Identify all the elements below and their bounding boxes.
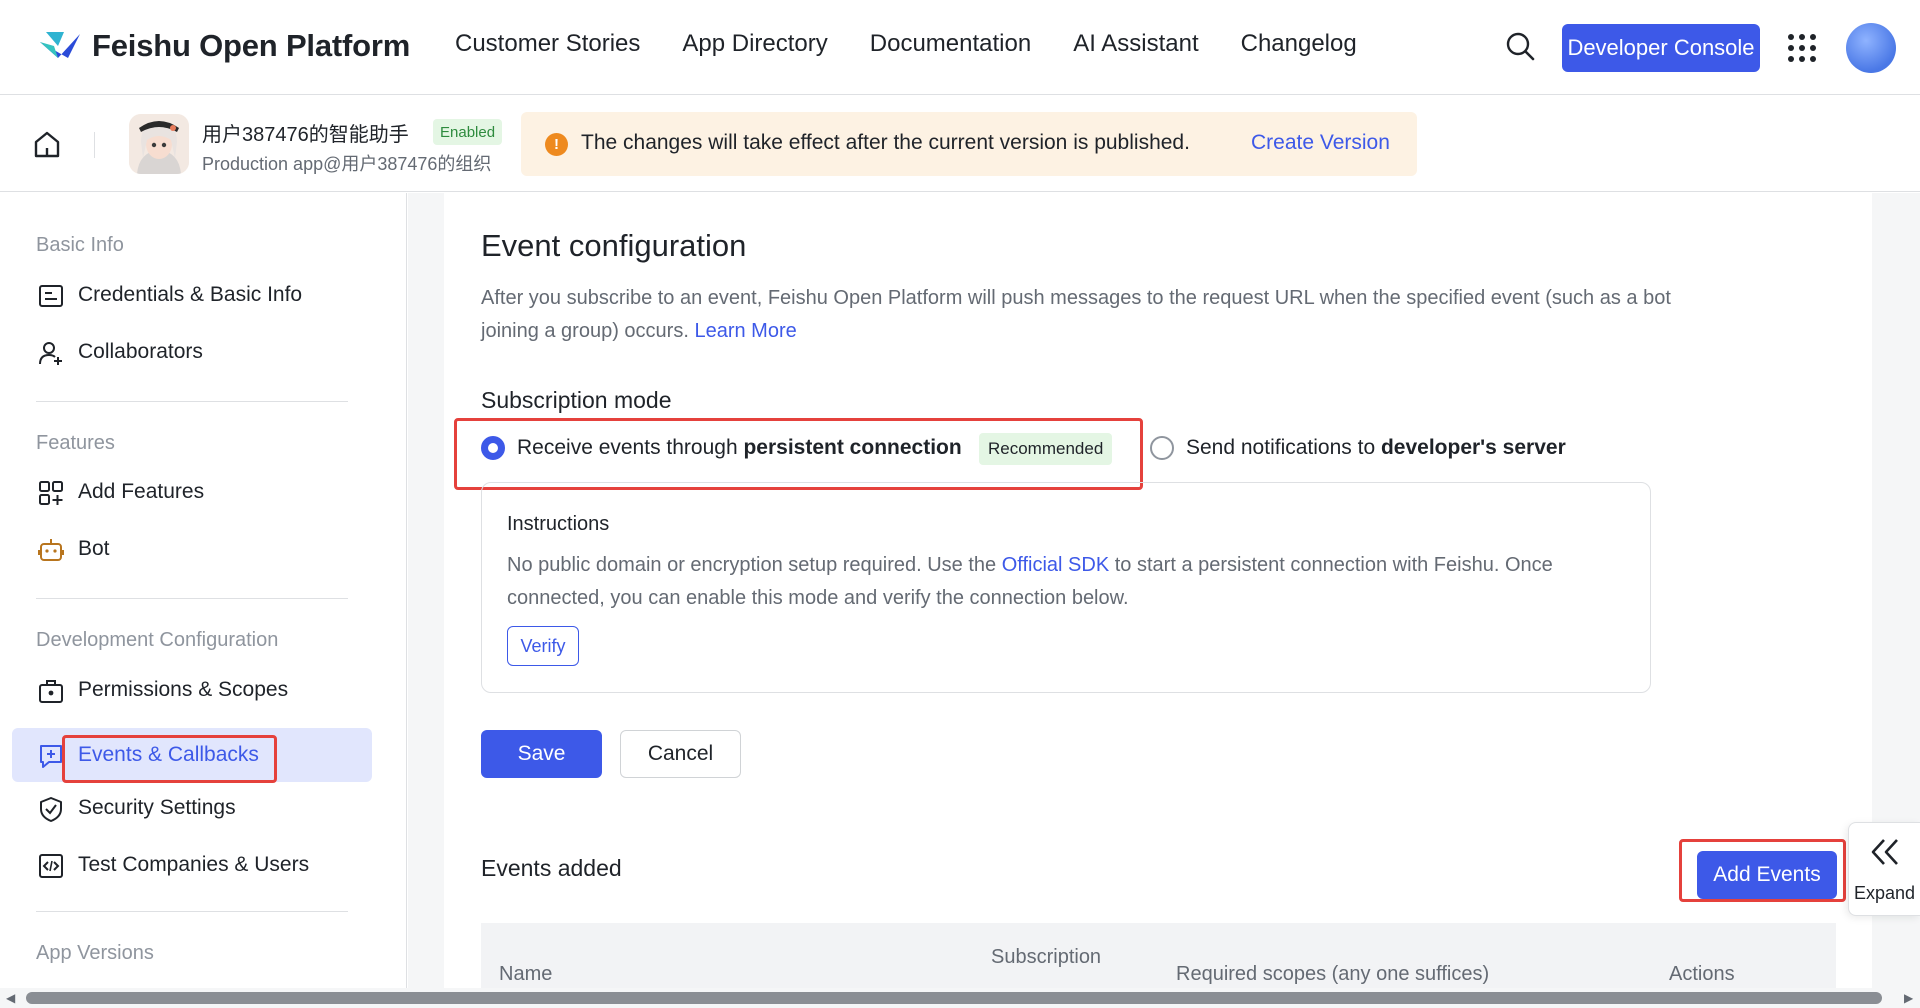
sidebar-item-events-callbacks[interactable]: Events & Callbacks: [12, 728, 372, 782]
sidebar-item-label: Bot: [78, 537, 110, 560]
option-prefix: Receive events through: [517, 436, 738, 459]
scroll-left-arrow-icon[interactable]: ◀: [6, 991, 15, 1005]
description-text: After you subscribe to an event, Feishu …: [481, 287, 1671, 342]
create-version-link[interactable]: Create Version: [1251, 131, 1390, 155]
save-button[interactable]: Save: [481, 730, 602, 778]
app-name: 用户387476的智能助手: [202, 124, 409, 146]
horizontal-scrollbar[interactable]: ◀ ▶: [0, 988, 1920, 1008]
sidebar-item-label: Add Features: [78, 480, 205, 503]
expand-label: Expand: [1854, 883, 1916, 903]
double-chevron-left-icon: [1871, 839, 1898, 865]
user-add-icon: [39, 342, 62, 365]
nav-changelog[interactable]: Changelog: [1241, 30, 1357, 58]
app-avatar: [129, 114, 189, 174]
column-header-actions: Actions: [1669, 963, 1735, 985]
option-bold: persistent connection: [743, 436, 962, 459]
sidebar-divider: [36, 911, 348, 912]
instructions-title: Instructions: [507, 513, 610, 535]
column-header-required-scopes: Required scopes (any one suffices): [1176, 963, 1490, 985]
sidebar-item-add-features[interactable]: Add Features: [12, 465, 372, 519]
option-prefix: Send notifications to: [1186, 436, 1376, 459]
sidebar: Basic Info Credentials & Basic Info Coll…: [0, 193, 407, 988]
sidebar-divider: [36, 401, 348, 402]
id-card-icon: [39, 285, 63, 307]
events-added-title: Events added: [481, 855, 622, 881]
app-context-bar: 用户387476的智能助手 Enabled Production app@用户3…: [0, 96, 1920, 192]
column-header-subscription: Subscription: [991, 946, 1102, 968]
sidebar-group-features: Features: [36, 432, 115, 454]
apps-grid-icon[interactable]: [1788, 34, 1816, 62]
feishu-logo-icon: [40, 32, 80, 58]
expand-panel-tab[interactable]: Expand: [1848, 822, 1920, 916]
sidebar-item-label: Test Companies & Users: [78, 853, 310, 876]
sidebar-divider: [36, 598, 348, 599]
sidebar-item-collaborators[interactable]: Collaborators: [12, 325, 372, 379]
sidebar-item-test-companies[interactable]: Test Companies & Users: [12, 838, 372, 892]
nav-ai-assistant[interactable]: AI Assistant: [1073, 30, 1198, 58]
add-features-icon: [39, 481, 63, 505]
code-icon: [39, 854, 63, 878]
sidebar-group-app-versions: App Versions: [36, 942, 154, 964]
main-nav: Customer Stories App Directory Documenta…: [455, 30, 1357, 58]
scrollbar-thumb[interactable]: [26, 992, 1882, 1004]
status-badge: Enabled: [433, 119, 503, 145]
instructions-text-before: No public domain or encryption setup req…: [507, 554, 997, 576]
nav-app-directory[interactable]: App Directory: [682, 30, 827, 58]
option-persistent-connection-label[interactable]: Receive events through persistent connec…: [517, 436, 962, 460]
nav-documentation[interactable]: Documentation: [870, 30, 1031, 58]
instructions-text: No public domain or encryption setup req…: [507, 549, 1627, 615]
option-bold: developer's server: [1380, 436, 1566, 459]
brand-logo[interactable]: Feishu Open Platform: [38, 28, 410, 64]
learn-more-link[interactable]: Learn More: [694, 320, 796, 342]
page-description: After you subscribe to an event, Feishu …: [481, 282, 1701, 348]
bot-icon: [38, 539, 64, 561]
instructions-panel: Instructions No public domain or encrypt…: [481, 482, 1651, 693]
warning-icon: !: [545, 133, 568, 156]
developer-console-button[interactable]: Developer Console: [1562, 24, 1760, 72]
sidebar-item-label: Credentials & Basic Info: [78, 283, 303, 306]
sidebar-item-permissions[interactable]: Permissions & Scopes: [12, 663, 372, 717]
scroll-right-arrow-icon[interactable]: ▶: [1904, 991, 1913, 1005]
brand-name: Feishu Open Platform: [92, 28, 411, 63]
subscription-mode-title: Subscription mode: [481, 387, 672, 413]
official-sdk-link[interactable]: Official SDK: [1002, 554, 1109, 576]
radio-persistent-connection[interactable]: [481, 436, 505, 460]
nav-customer-stories[interactable]: Customer Stories: [455, 30, 640, 58]
recommended-badge: Recommended: [979, 433, 1113, 465]
top-navigation-bar: Feishu Open Platform Customer Stories Ap…: [0, 0, 1920, 95]
events-icon: [40, 745, 62, 768]
shield-icon: [40, 797, 62, 822]
radio-developer-server[interactable]: [1150, 436, 1174, 460]
sidebar-item-label: Collaborators: [78, 340, 203, 363]
sidebar-group-development: Development Configuration: [36, 629, 279, 651]
verify-button[interactable]: Verify: [507, 626, 579, 666]
user-avatar[interactable]: [1846, 23, 1896, 73]
app-subtitle: Production app@用户387476的组织: [202, 154, 492, 174]
sidebar-item-security[interactable]: Security Settings: [12, 781, 372, 835]
publish-notice-banner: ! The changes will take effect after the…: [521, 112, 1417, 176]
sidebar-group-basic-info: Basic Info: [36, 234, 124, 256]
page-title: Event configuration: [481, 228, 747, 263]
column-header-name: Name: [499, 963, 553, 985]
option-developer-server-label[interactable]: Send notifications to developer's server: [1186, 436, 1566, 460]
sidebar-item-credentials[interactable]: Credentials & Basic Info: [12, 268, 372, 322]
add-events-button[interactable]: Add Events: [1697, 851, 1837, 899]
home-icon[interactable]: [32, 129, 62, 159]
notice-text: The changes will take effect after the c…: [581, 131, 1190, 154]
sidebar-item-label: Events & Callbacks: [78, 743, 259, 766]
events-table-header: Name Subscription Required scopes (any o…: [481, 923, 1836, 988]
cancel-button[interactable]: Cancel: [620, 730, 741, 778]
permissions-icon: [39, 680, 63, 703]
divider: [94, 132, 95, 158]
sidebar-item-label: Permissions & Scopes: [78, 678, 289, 701]
sidebar-item-label: Security Settings: [78, 796, 236, 819]
sidebar-item-bot[interactable]: Bot: [12, 522, 372, 576]
search-icon[interactable]: [1505, 31, 1535, 61]
